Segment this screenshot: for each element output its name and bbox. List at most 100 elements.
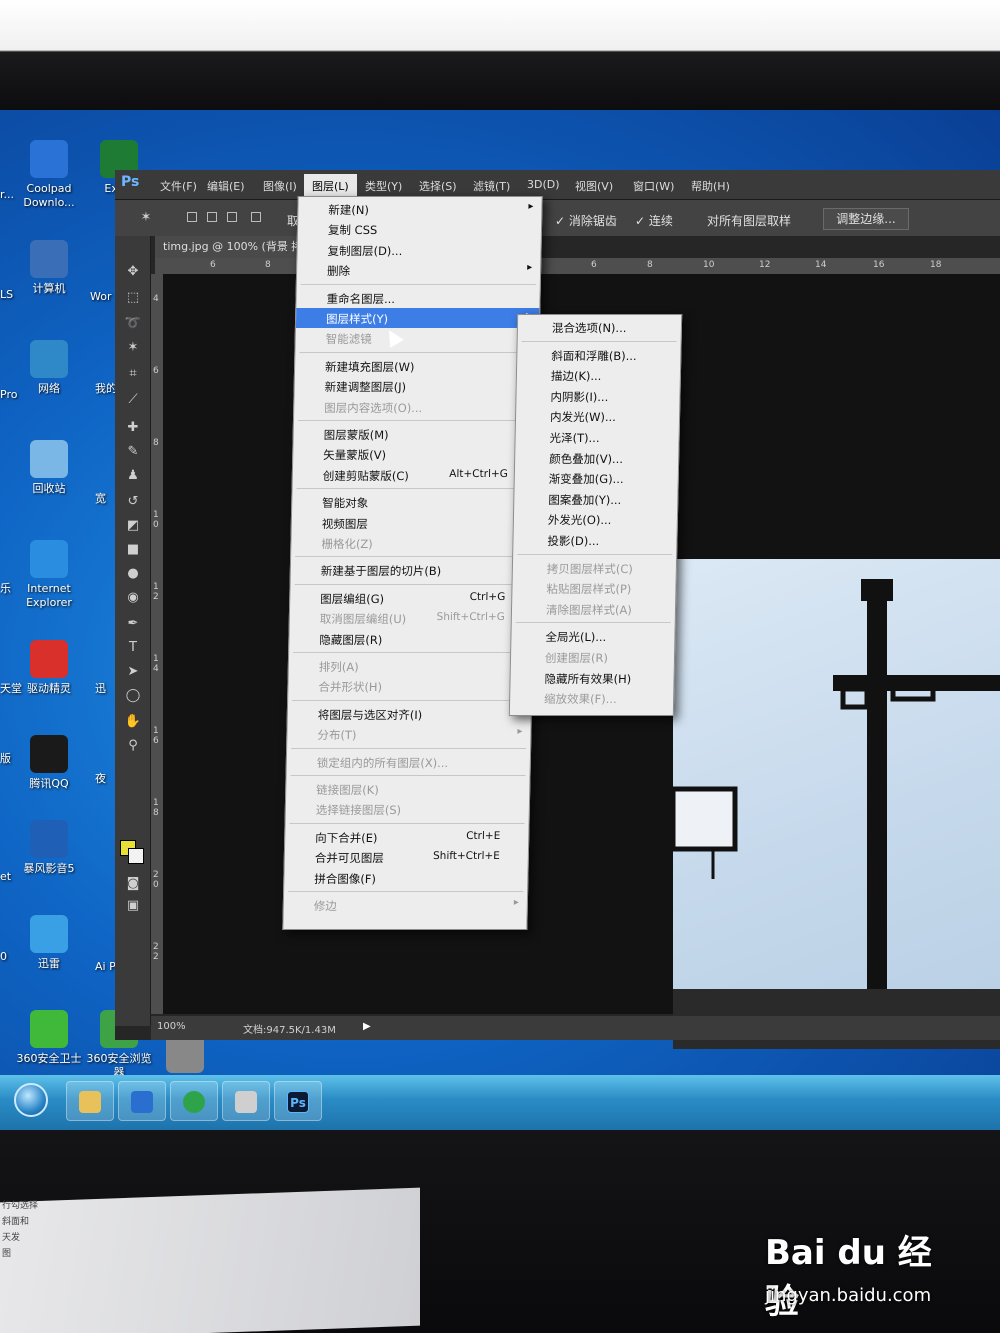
menu-item-label: 粘贴图层样式(P) [546,582,632,597]
menu-item-label: 修边 [313,899,337,913]
menu-item[interactable]: 拼合图像(F) [284,868,527,888]
ps-menu-11[interactable]: 帮助(H) [691,178,730,194]
menu-item[interactable]: 视频图层▸ [292,513,535,533]
quick-mask-icon[interactable]: ◙ [124,876,142,892]
taskbar-ie-button[interactable] [170,1081,218,1121]
magic-wand-tool-icon[interactable]: ✶ [124,340,142,356]
menu-item[interactable]: 外发光(O)... [514,509,677,530]
menu-item[interactable]: 描边(K)... [517,365,680,386]
menu-item[interactable]: 斜面和浮雕(B)... [517,345,680,366]
desktop-icon[interactable]: 网络 [14,340,84,396]
pen-tool-icon[interactable]: ✒ [124,616,142,632]
menu-item[interactable]: 渐变叠加(G)... [515,468,678,489]
desktop-icon[interactable]: 360安全卫士 [14,1010,84,1066]
ps-menu-8[interactable]: 3D(D) [527,178,560,191]
dodge-tool-icon[interactable]: ◉ [124,590,142,606]
ps-menu-2[interactable]: 编辑(E) [207,178,245,194]
menu-item[interactable]: 新建调整图层(J)▸ [294,376,537,396]
subtract-selection-icon[interactable] [227,212,237,222]
desktop-icon[interactable]: 计算机 [14,240,84,296]
menu-item[interactable]: 新建基于图层的切片(B) [291,560,534,580]
ps-menu-5[interactable]: 类型(Y) [365,178,402,194]
desktop-icon[interactable]: 腾讯QQ [14,735,84,791]
healing-tool-icon[interactable]: ✚ [124,420,142,436]
app-icon [30,140,68,178]
desktop-icon-label: 腾讯QQ [29,777,69,790]
ruler-tick: 14 [815,260,827,270]
history-brush-icon[interactable]: ↺ [124,494,142,510]
ps-menu-4[interactable]: 图层(L) [304,174,357,198]
menu-item[interactable]: 新建(N) ▸ [298,199,541,219]
brush-tool-icon[interactable]: ✎ [124,444,142,460]
menu-item[interactable]: 图案叠加(Y)... [514,489,677,510]
zoom-tool-icon[interactable]: ⚲ [124,738,142,754]
lasso-tool-icon[interactable]: ➰ [124,316,142,332]
move-tool-icon[interactable]: ✥ [124,264,142,280]
path-select-icon[interactable]: ➤ [124,664,142,680]
contiguous-checkbox[interactable]: ✓ 连续 [635,212,673,229]
menu-item[interactable]: 隐藏图层(R) [289,629,532,649]
marquee-tool-icon[interactable]: ⬚ [124,290,142,306]
screen-mode-icon[interactable]: ▣ [124,898,142,914]
ps-menu-9[interactable]: 视图(V) [575,178,613,194]
menu-item[interactable]: 隐藏所有效果(H) [510,668,673,689]
add-selection-icon[interactable] [207,212,217,222]
type-tool-icon[interactable]: T [124,640,142,656]
menu-item[interactable]: 将图层与选区对齐(I)▸ [288,704,531,724]
menu-item[interactable]: 向下合并(E) Ctrl+E [285,827,528,847]
desktop-icon[interactable]: Coolpad Downlo... [14,140,84,210]
menu-item[interactable]: 删除 ▸ [297,260,540,280]
sample-all-checkbox[interactable]: 对所有图层取样 [707,212,791,229]
menu-item[interactable]: 创建剪贴蒙版(C) Alt+Ctrl+G [293,465,536,485]
stamp-tool-icon[interactable]: ♟ [124,468,142,484]
hand-tool-icon[interactable]: ✋ [124,714,142,730]
menu-item[interactable]: 新建填充图层(W)▸ [295,356,538,376]
menu-item[interactable]: 混合选项(N)... [518,317,681,338]
anti-alias-checkbox[interactable]: ✓ 消除锯齿 [555,212,617,229]
menu-item[interactable]: 光泽(T)... [515,427,678,448]
menu-item[interactable]: 复制图层(D)... [297,240,540,260]
ps-menu-6[interactable]: 选择(S) [419,178,457,194]
blur-tool-icon[interactable]: ● [124,566,142,582]
desktop-icon[interactable]: 驱动精灵 [14,640,84,696]
menu-item[interactable]: 内发光(W)... [516,406,679,427]
eyedropper-tool-icon[interactable]: ⟋ [124,392,142,408]
desktop-icon[interactable]: Internet Explorer [14,540,84,610]
desktop-icon[interactable]: 迅雷 [14,915,84,971]
taskbar-photoshop-button[interactable]: Ps [274,1081,322,1121]
new-selection-icon[interactable] [187,212,197,222]
ps-menu-10[interactable]: 窗口(W) [633,178,674,194]
gradient-tool-icon[interactable]: ■ [124,542,142,558]
status-arrow-icon[interactable]: ▶ [363,1021,371,1032]
menu-item[interactable]: 图层编组(G) Ctrl+G [290,588,533,608]
menu-item[interactable]: 图层蒙版(M)▸ [293,424,536,444]
menu-item[interactable]: 全局光(L)... [511,626,674,647]
ps-menu-7[interactable]: 滤镜(T) [473,178,510,194]
intersect-selection-icon[interactable] [251,212,261,222]
magic-wand-icon[interactable]: ✶ [137,210,155,226]
background-color-swatch[interactable] [128,848,144,864]
ps-menu-1[interactable]: 文件(F) [160,178,197,194]
menu-item[interactable]: 矢量蒙版(V)▸ [293,444,536,464]
eraser-tool-icon[interactable]: ◩ [124,518,142,534]
shape-tool-icon[interactable]: ◯ [124,688,142,704]
desktop-icon[interactable]: 回收站 [14,440,84,496]
menu-item[interactable]: 智能对象▸ [292,492,535,512]
ruler-tick: 6 [591,260,597,270]
refine-edge-button[interactable]: 调整边缘... [823,208,909,230]
crop-tool-icon[interactable]: ⌗ [124,366,142,382]
menu-item[interactable]: 复制 CSS [298,219,541,239]
menu-item[interactable]: 内阴影(I)... [516,386,679,407]
menu-item[interactable]: 重命名图层... [296,288,539,308]
taskbar-explorer-button[interactable] [66,1081,114,1121]
taskbar-game-button[interactable] [222,1081,270,1121]
menu-item[interactable]: 图层样式(Y)▸ [295,308,540,329]
menu-item[interactable]: 颜色叠加(V)... [515,448,678,469]
taskbar-media-button[interactable] [118,1081,166,1121]
menu-item[interactable]: 合并可见图层 Shift+Ctrl+E [285,847,528,867]
menu-item[interactable]: 投影(D)... [513,530,676,551]
zoom-level[interactable]: 100% [157,1021,186,1032]
desktop-icon[interactable]: 暴风影音5 [14,820,84,876]
ps-menu-3[interactable]: 图像(I) [263,178,297,194]
start-button[interactable] [14,1083,48,1117]
